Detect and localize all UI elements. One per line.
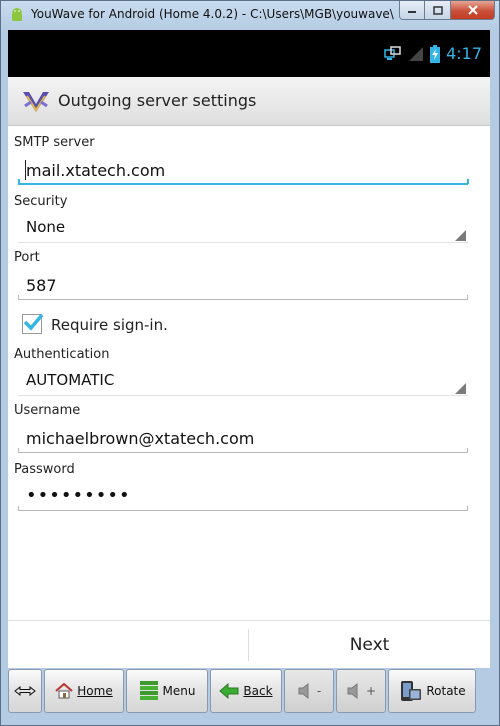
- window-controls: [399, 1, 495, 21]
- close-button[interactable]: [451, 1, 495, 20]
- port-input[interactable]: 587: [26, 276, 57, 295]
- minimize-icon: [408, 11, 416, 13]
- security-label: Security: [14, 194, 68, 209]
- username-underline: [18, 452, 468, 453]
- network-sync-icon: [384, 45, 401, 60]
- password-underline: [18, 510, 468, 511]
- menu-label: Menu: [162, 684, 196, 698]
- status-icons: 4:17: [384, 44, 482, 63]
- rotate-device-icon: [401, 681, 422, 701]
- checkmark-icon: [23, 313, 44, 331]
- volume-up-label: +: [365, 684, 377, 698]
- username-input[interactable]: michaelbrown@xtatech.com: [26, 429, 254, 448]
- smtp-server-input[interactable]: mail.xtatech.com: [26, 161, 165, 180]
- authentication-spinner[interactable]: AUTOMATIC: [26, 371, 114, 389]
- next-button[interactable]: Next: [249, 621, 490, 668]
- back-button[interactable]: Back: [210, 669, 282, 713]
- volume-down-label: -: [316, 684, 322, 698]
- emulator-toolbar: Home Menu Back - + Rotate: [8, 669, 490, 715]
- home-icon: [55, 683, 73, 699]
- android-app-icon: [12, 8, 22, 21]
- toggle-size-button[interactable]: [8, 669, 42, 713]
- page-title: Outgoing server settings: [58, 91, 257, 110]
- authentication-underline: [18, 395, 468, 396]
- menu-button[interactable]: Menu: [126, 669, 208, 713]
- smtp-server-underline: [18, 183, 468, 185]
- rotate-button[interactable]: Rotate: [388, 669, 476, 713]
- volume-up-button[interactable]: +: [336, 669, 386, 713]
- authentication-dropdown-arrow-icon: [455, 383, 466, 394]
- security-dropdown-arrow-icon: [455, 230, 466, 241]
- authentication-label: Authentication: [14, 347, 110, 362]
- volume-down-button[interactable]: -: [284, 669, 334, 713]
- port-underline: [18, 299, 468, 300]
- window-titlebar[interactable]: YouWave for Android (Home 4.0.2) - C:\Us…: [1, 1, 499, 29]
- username-label: Username: [14, 403, 81, 418]
- status-time: 4:17: [446, 44, 482, 63]
- speaker-icon: [298, 682, 309, 700]
- signal-icon: [409, 46, 424, 61]
- app-logo-icon[interactable]: [21, 88, 51, 116]
- port-label: Port: [14, 250, 40, 265]
- security-spinner[interactable]: None: [26, 218, 65, 236]
- home-button[interactable]: Home: [44, 669, 124, 713]
- require-signin-label[interactable]: Require sign-in.: [51, 316, 168, 334]
- maximize-icon: [432, 5, 443, 15]
- close-icon: [467, 5, 478, 15]
- android-screen: 4:17 Outgoing server settings SMTP serve…: [8, 30, 490, 668]
- password-label: Password: [14, 462, 75, 477]
- minimize-button[interactable]: [399, 1, 425, 20]
- window-title: YouWave for Android (Home 4.0.2) - C:\Us…: [31, 7, 394, 21]
- bottom-button-bar: Next: [8, 620, 490, 668]
- require-signin-checkbox[interactable]: [22, 313, 44, 334]
- action-bar: Outgoing server settings: [8, 77, 490, 126]
- double-arrow-icon: [14, 686, 36, 696]
- maximize-button[interactable]: [425, 1, 451, 20]
- speaker-icon: [347, 682, 358, 700]
- home-label: Home: [77, 684, 113, 698]
- battery-charging-icon: [430, 44, 441, 63]
- back-arrow-icon: [219, 683, 239, 699]
- back-label: Back: [243, 684, 273, 698]
- password-input[interactable]: •••••••••: [26, 485, 131, 506]
- security-underline: [18, 242, 468, 243]
- smtp-server-label: SMTP server: [14, 135, 95, 150]
- menu-icon: [139, 681, 158, 700]
- status-bar: 4:17: [8, 30, 490, 77]
- rotate-label: Rotate: [426, 684, 466, 698]
